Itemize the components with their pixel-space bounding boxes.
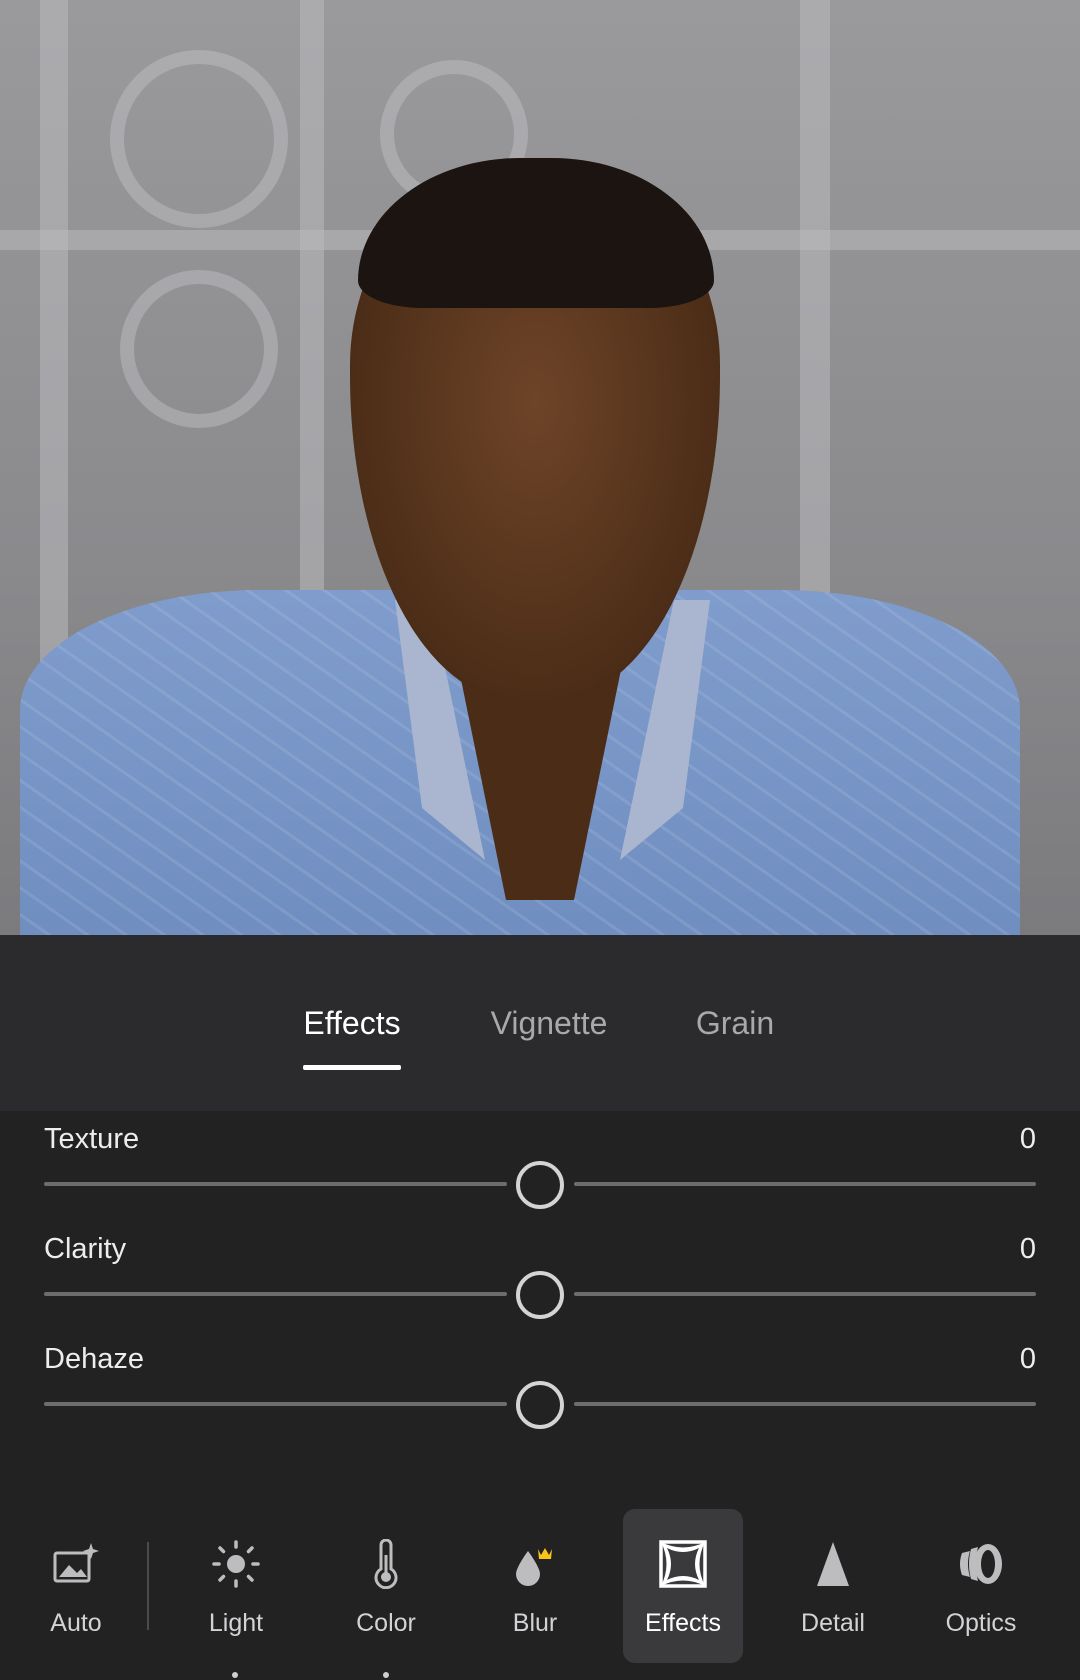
tool-detail[interactable]: Detail	[773, 1509, 893, 1663]
clarity-slider-row: Clarity 0	[44, 1233, 1036, 1343]
auto-magic-icon	[53, 1543, 99, 1583]
tool-optics-label: Optics	[945, 1609, 1017, 1637]
blur-drop-premium-icon	[516, 1548, 552, 1586]
tab-grain[interactable]: Grain	[695, 935, 775, 1111]
dehaze-value: 0	[1019, 1343, 1036, 1375]
clarity-label: Clarity	[44, 1233, 127, 1265]
tool-blur-label: Blur	[512, 1609, 558, 1637]
photo-canvas[interactable]: portrait-photo	[0, 0, 1080, 935]
texture-track[interactable]	[574, 1182, 1036, 1186]
dehaze-slider-thumb[interactable]	[516, 1381, 564, 1429]
tool-color[interactable]: Color	[326, 1509, 446, 1663]
dehaze-track[interactable]	[574, 1402, 1036, 1406]
scroll-indicator-dot	[383, 1672, 389, 1678]
tool-blur[interactable]: Blur	[475, 1509, 595, 1663]
tool-light[interactable]: Light	[176, 1509, 296, 1663]
gate-curl	[120, 270, 278, 428]
tool-auto[interactable]: Auto	[16, 1509, 136, 1663]
toolbar-divider	[147, 1542, 149, 1630]
tool-effects-label: Effects	[645, 1609, 721, 1637]
clarity-slider-thumb[interactable]	[516, 1271, 564, 1319]
gate-curl	[110, 50, 288, 228]
tool-light-label: Light	[208, 1609, 264, 1637]
effects-subtabs: Effects Vignette Grain	[0, 935, 1080, 1111]
texture-label: Texture	[44, 1123, 140, 1155]
dehaze-label: Dehaze	[44, 1343, 144, 1375]
scroll-indicator-dot	[232, 1672, 238, 1678]
effects-frame-icon	[659, 1540, 707, 1588]
tab-effects[interactable]: Effects	[303, 935, 401, 1111]
tool-effects[interactable]: Effects	[623, 1509, 743, 1663]
tab-vignette[interactable]: Vignette	[487, 935, 611, 1111]
tool-detail-label: Detail	[801, 1609, 865, 1637]
texture-slider-thumb[interactable]	[516, 1161, 564, 1209]
thermometer-icon	[374, 1539, 398, 1589]
tool-color-label: Color	[356, 1609, 416, 1637]
dehaze-track[interactable]	[44, 1402, 507, 1406]
tool-auto-label: Auto	[50, 1609, 102, 1637]
triangle-icon	[817, 1542, 849, 1586]
sun-icon	[212, 1540, 260, 1588]
tool-optics[interactable]: Optics	[921, 1509, 1041, 1663]
texture-slider-row: Texture 0	[44, 1123, 1036, 1233]
clarity-track[interactable]	[574, 1292, 1036, 1296]
clarity-value: 0	[1019, 1233, 1036, 1265]
dehaze-slider-row: Dehaze 0	[44, 1343, 1036, 1453]
lens-icon	[960, 1544, 1002, 1584]
texture-track[interactable]	[44, 1182, 507, 1186]
edit-toolbar: Auto Light Color Blur Effects Detail Opt…	[0, 1500, 1080, 1680]
clarity-track[interactable]	[44, 1292, 507, 1296]
texture-value: 0	[1019, 1123, 1036, 1155]
